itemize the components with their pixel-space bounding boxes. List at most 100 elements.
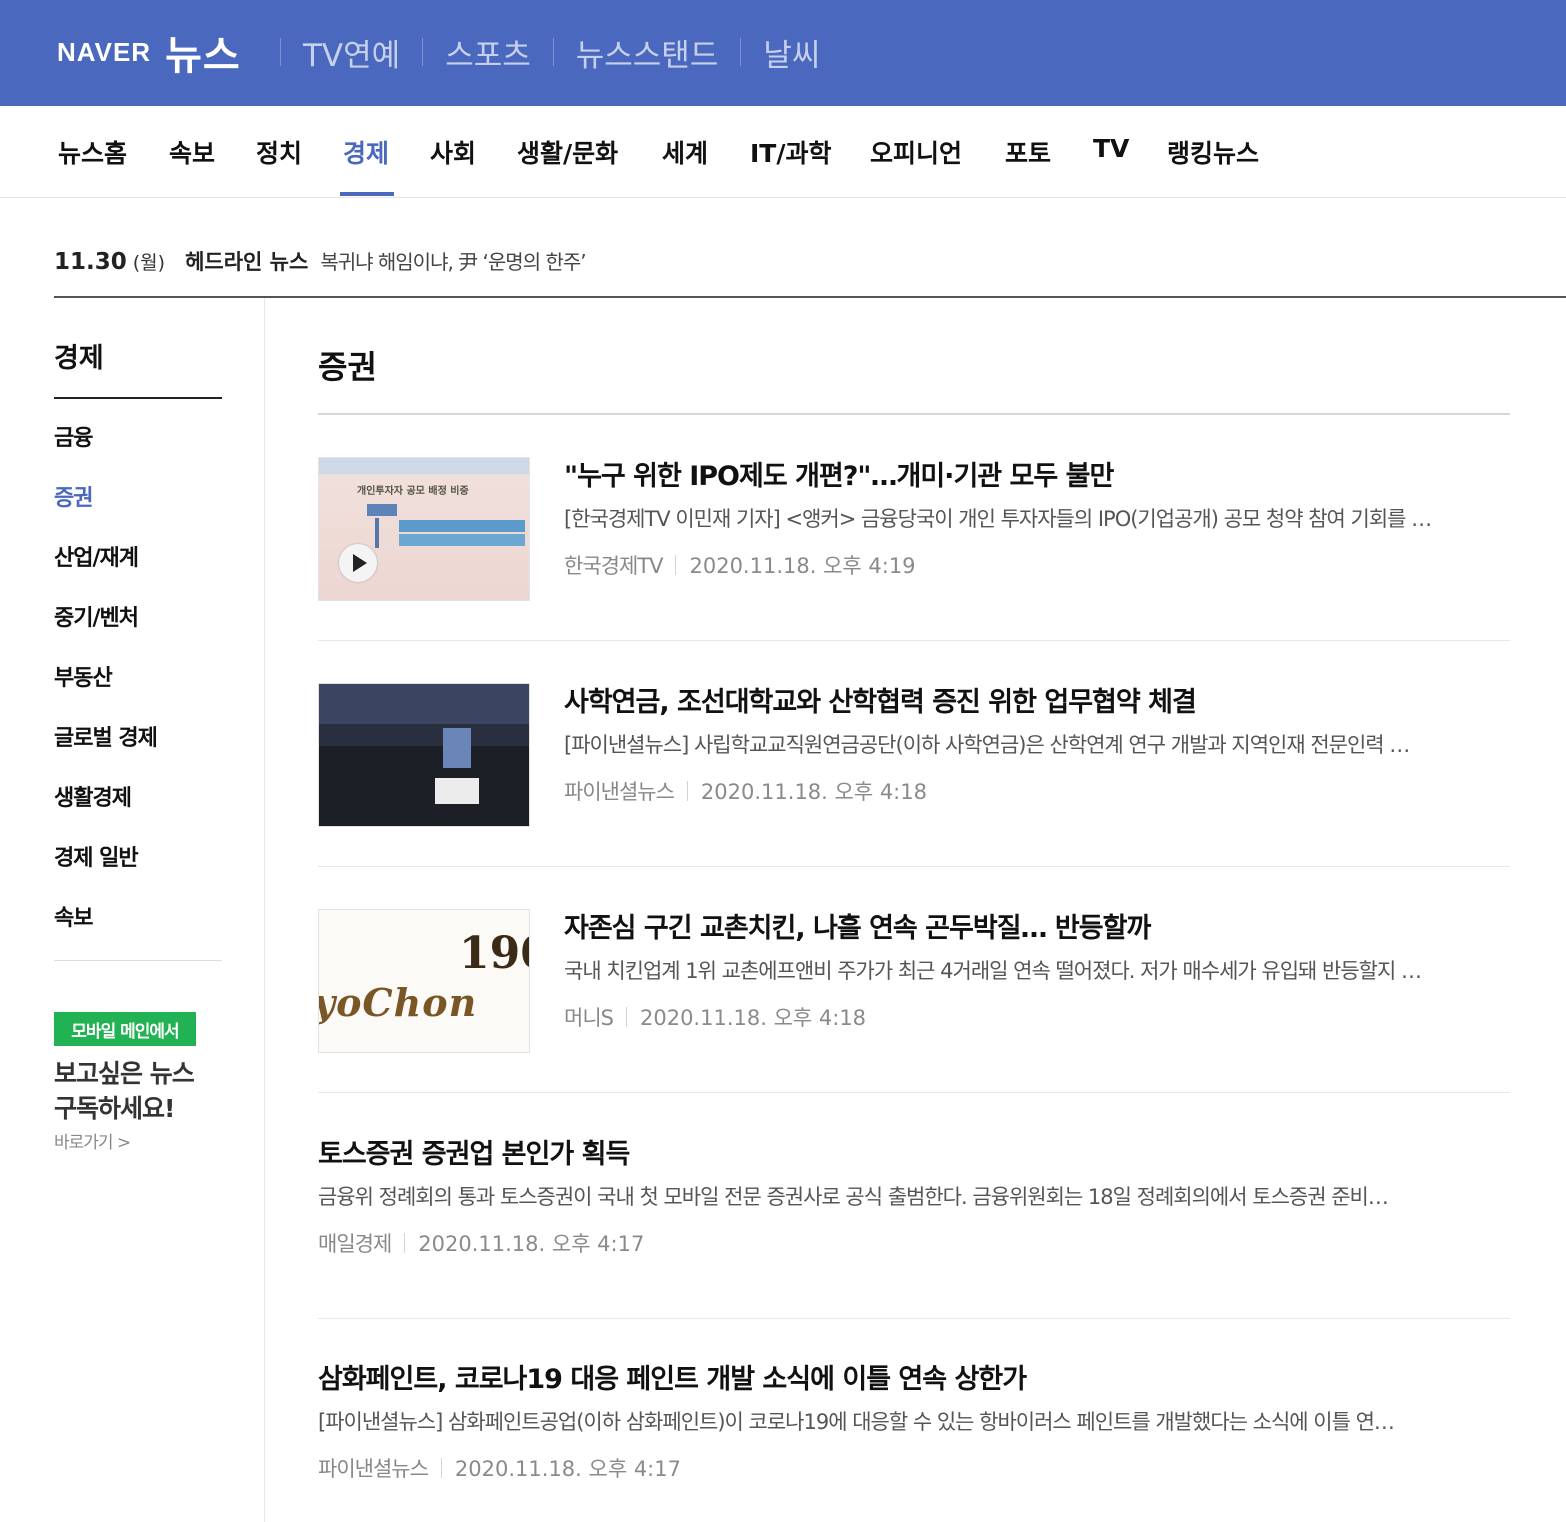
sidebar-item-real-estate[interactable]: 부동산 [54, 660, 113, 692]
article-title[interactable]: 사학연금, 조선대학교와 산학협력 증진 위한 업무협약 체결 [564, 683, 1510, 723]
meta-divider [440, 1458, 442, 1478]
top-tab-label: 날씨 [763, 37, 821, 74]
article-meta: 머니S 2020.11.18. 오후 4:18 [564, 1003, 1510, 1031]
article-text: 사학연금, 조선대학교와 산학협력 증진 위한 업무협약 체결 [파이낸셜뉴스]… [564, 683, 1510, 805]
article-item: 개인투자자 공모 배정 비중 "누구 위한 IPO제도 개편?"…개미·기관 모… [318, 415, 1510, 641]
category-society[interactable]: 사회 [430, 134, 476, 170]
article-title[interactable]: "누구 위한 IPO제도 개편?"…개미·기관 모두 불만 [564, 457, 1510, 497]
category-news-home[interactable]: 뉴스홈 [58, 134, 127, 170]
article-text: "누구 위한 IPO제도 개편?"…개미·기관 모두 불만 [한국경제TV 이민… [564, 457, 1510, 579]
article-text: 삼화페인트, 코로나19 대응 페인트 개발 소식에 이틀 연속 상한가 [파이… [318, 1360, 1510, 1482]
category-nav: 뉴스홈 속보 정치 경제 사회 생활/문화 세계 IT/과학 오피니언 포토 T… [0, 106, 1566, 198]
naver-news-logo[interactable]: NAVER 뉴스 [57, 24, 241, 80]
article-summary[interactable]: 국내 치킨업계 1위 교촌에프앤비 주가가 최근 4거래일 연속 떨어졌다. 저… [564, 953, 1510, 989]
sidebar-item-securities[interactable]: 증권 [54, 480, 93, 512]
category-ranking-news[interactable]: 랭킹뉴스 [1167, 134, 1259, 170]
sidebar-item-economy-general[interactable]: 경제 일반 [54, 840, 139, 872]
thumbnail-emblem [443, 728, 471, 768]
article-item: 190 yoChon 자존심 구긴 교촌치킨, 나흘 연속 곤두박질… 반등할까… [318, 867, 1510, 1093]
article-summary[interactable]: [파이낸셜뉴스] 사립학교교직원연금공단(이하 사학연금)은 산학연계 연구 개… [564, 727, 1510, 763]
category-economy[interactable]: 경제 [343, 134, 389, 170]
thumbnail-bar [399, 534, 525, 546]
promo-line-1: 보고싶은 뉴스 [54, 1059, 195, 1088]
thumbnail-agreement-sign [435, 778, 479, 804]
sidebar-item-finance[interactable]: 금융 [54, 420, 93, 452]
article-item: 삼화페인트, 코로나19 대응 페인트 개발 소식에 이틀 연속 상한가 [파이… [318, 1318, 1510, 1522]
article-meta: 파이낸셜뉴스 2020.11.18. 오후 4:17 [318, 1454, 1510, 1482]
category-opinion[interactable]: 오피니언 [870, 134, 962, 170]
headline-day-of-week: (월) [132, 252, 166, 274]
article-summary[interactable]: [한국경제TV 이민재 기자] <앵커> 금융당국이 개인 투자자들의 IPO(… [564, 501, 1510, 537]
article-meta: 매일경제 2020.11.18. 오후 4:17 [318, 1229, 1510, 1257]
sidebar-item-sme-venture[interactable]: 중기/벤처 [54, 600, 139, 632]
meta-divider [686, 781, 688, 801]
thumbnail-caption: 개인투자자 공모 배정 비중 [357, 486, 469, 497]
category-life-culture[interactable]: 생활/문화 [517, 134, 618, 170]
sidebar-title: 경제 [54, 343, 104, 374]
sidebar-item-global-economy[interactable]: 글로벌 경제 [54, 720, 158, 752]
thumbnail-group-photo [319, 746, 529, 826]
top-tabs: TV연예 스포츠 뉴스스탠드 날씨 [280, 26, 842, 78]
promo-line-2: 구독하세요! [54, 1094, 175, 1123]
meta-divider [404, 1233, 406, 1253]
article-time: 2020.11.18. 오후 4:18 [700, 780, 927, 804]
article-title[interactable]: 삼화페인트, 코로나19 대응 페인트 개발 소식에 이틀 연속 상한가 [318, 1360, 1510, 1400]
category-photo[interactable]: 포토 [1005, 134, 1051, 170]
sidebar-item-industry[interactable]: 산업/재계 [54, 540, 139, 572]
divider [280, 38, 281, 66]
play-icon[interactable] [339, 544, 377, 582]
article-thumbnail[interactable]: 190 yoChon [318, 909, 530, 1053]
article-time: 2020.11.18. 오후 4:17 [418, 1232, 645, 1256]
article-summary[interactable]: [파이낸셜뉴스] 삼화페인트공업(이하 삼화페인트)이 코로나19에 대응할 수… [318, 1404, 1510, 1440]
thumbnail-arrow [375, 518, 379, 548]
headline-label: 헤드라인 뉴스 [185, 250, 309, 274]
top-header: NAVER 뉴스 TV연예 스포츠 뉴스스탠드 날씨 [0, 0, 1566, 106]
article-title[interactable]: 토스증권 증권업 본인가 획득 [318, 1135, 1510, 1175]
naver-wordmark: NAVER [57, 36, 152, 67]
article-item: 토스증권 증권업 본인가 획득 금융위 정례회의 통과 토스증권이 국내 첫 모… [318, 1093, 1510, 1319]
article-meta: 파이낸셜뉴스 2020.11.18. 오후 4:18 [564, 777, 1510, 805]
top-tab-label: TV연예 [303, 37, 401, 74]
thumbnail-bar [367, 504, 397, 516]
category-it-science[interactable]: IT/과학 [750, 134, 832, 170]
top-tab-weather[interactable]: 날씨 [740, 30, 842, 75]
promo-text: 보고싶은 뉴스 구독하세요! [54, 1056, 234, 1126]
article-summary[interactable]: 금융위 정례회의 통과 토스증권이 국내 첫 모바일 전문 증권사로 공식 출범… [318, 1179, 1510, 1215]
category-world[interactable]: 세계 [662, 134, 708, 170]
sidebar-item-breaking[interactable]: 속보 [54, 900, 93, 932]
top-tab-tv-entertainment[interactable]: TV연예 [280, 30, 422, 75]
divider [422, 38, 424, 66]
meta-divider [625, 1007, 627, 1027]
top-tab-label: 뉴스스탠드 [575, 37, 719, 74]
promo-badge: 모바일 메인에서 [54, 1012, 196, 1046]
thumbnail-banner [319, 684, 529, 724]
headline-divider [54, 296, 1566, 298]
article-text: 자존심 구긴 교촌치킨, 나흘 연속 곤두박질… 반등할까 국내 치킨업계 1위… [564, 909, 1510, 1031]
article-meta: 한국경제TV 2020.11.18. 오후 4:19 [564, 551, 1510, 579]
category-politics[interactable]: 정치 [256, 134, 302, 170]
article-title[interactable]: 자존심 구긴 교촌치킨, 나흘 연속 곤두박질… 반등할까 [564, 909, 1510, 949]
divider [740, 38, 742, 66]
headline-link[interactable]: 복귀냐 해임이냐, 尹 ‘운명의 한주’ [320, 246, 586, 275]
headline-strip: 11.30 (월) 헤드라인 뉴스 복귀냐 해임이냐, 尹 ‘운명의 한주’ [54, 246, 587, 282]
article-source: 한국경제TV [564, 554, 663, 578]
article-thumbnail[interactable] [318, 683, 530, 827]
active-category-underline [340, 192, 394, 196]
top-tab-newsstand[interactable]: 뉴스스탠드 [552, 30, 741, 75]
article-time: 2020.11.18. 오후 4:19 [689, 554, 916, 578]
category-breaking[interactable]: 속보 [169, 134, 215, 170]
sidebar-title-rule [54, 397, 222, 399]
article-source: 파이낸셜뉴스 [564, 780, 675, 804]
headline-date: 11.30 [54, 249, 127, 275]
sidebar-item-living-economy[interactable]: 생활경제 [54, 780, 132, 812]
article-thumbnail[interactable]: 개인투자자 공모 배정 비중 [318, 457, 530, 601]
thumbnail-number: 190 [459, 928, 529, 979]
promo-shortcut-link[interactable]: 바로가기 > [54, 1128, 131, 1153]
article-item: 사학연금, 조선대학교와 산학협력 증진 위한 업무협약 체결 [파이낸셜뉴스]… [318, 641, 1510, 867]
sidebar-bottom-rule [54, 960, 222, 961]
top-tab-sports[interactable]: 스포츠 [422, 30, 553, 75]
category-tv[interactable]: TV [1093, 134, 1129, 163]
article-source: 매일경제 [318, 1232, 392, 1256]
kyochon-logo: yoChon [318, 980, 478, 1025]
thumbnail-bar [399, 520, 525, 532]
